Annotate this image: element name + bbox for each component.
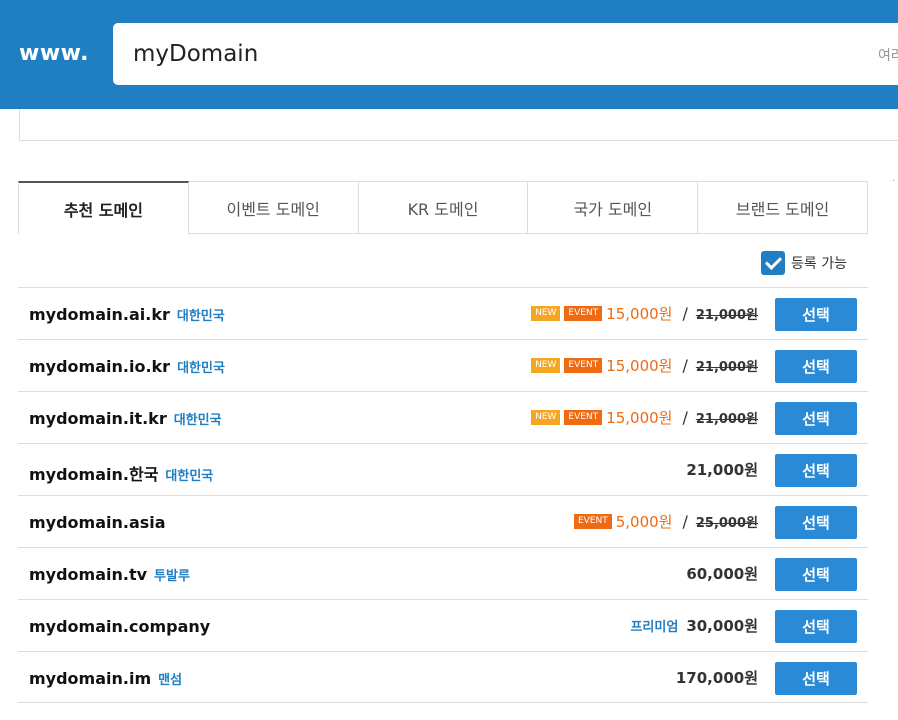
original-price: 21,000원	[695, 412, 758, 427]
price-area: 프리미엄 30,000원	[630, 615, 758, 636]
search-header: www. 여러	[0, 0, 898, 109]
domain-list: mydomain.ai.kr 대한민국 NEW EVENT 15,000원 / 2…	[18, 287, 868, 703]
domain-row: mydomain.tv 투발루 60,000원 선택	[18, 547, 868, 599]
country-label: 대한민국	[173, 413, 222, 428]
event-badge: EVENT	[564, 306, 603, 321]
domain-name: mydomain.io.kr 대한민국	[29, 357, 225, 376]
sale-price: 15,000원	[606, 409, 673, 427]
select-button[interactable]: 선택	[775, 298, 857, 331]
tab-event[interactable]: 이벤트 도메인	[188, 181, 359, 234]
search-subpanel	[19, 109, 898, 141]
tab-kr[interactable]: KR 도메인	[358, 181, 529, 234]
price-divider: /	[682, 304, 688, 323]
price: 170,000원	[675, 669, 758, 687]
country-label: 대한민국	[165, 469, 214, 484]
select-button[interactable]: 선택	[775, 454, 857, 487]
domain-name: mydomain.im 맨섬	[29, 669, 183, 688]
price: 60,000원	[686, 565, 758, 583]
tab-country[interactable]: 국가 도메인	[528, 181, 699, 234]
price: 30,000원	[686, 617, 758, 635]
country-label: 대한민국	[176, 309, 225, 324]
search-box[interactable]: 여러	[113, 23, 898, 85]
available-filter: 등록 가능	[761, 251, 847, 275]
country-label: 맨섬	[158, 673, 183, 688]
edge-mark: ·	[892, 176, 896, 187]
domain-row: mydomain.ai.kr 대한민국 NEW EVENT 15,000원 / 2…	[18, 287, 868, 339]
tab-recommended[interactable]: 추천 도메인	[18, 181, 189, 234]
domain-tabs: 추천 도메인 이벤트 도메인 KR 도메인 국가 도메인 브랜드 도메인	[18, 181, 868, 234]
select-button[interactable]: 선택	[775, 402, 857, 435]
sale-price: 5,000원	[615, 513, 673, 531]
domain-row: mydomain.im 맨섬 170,000원 선택	[18, 651, 868, 703]
tab-brand[interactable]: 브랜드 도메인	[698, 181, 868, 234]
select-button[interactable]: 선택	[775, 610, 857, 643]
domain-name: mydomain.asia	[29, 513, 166, 532]
sale-price: 15,000원	[606, 357, 673, 375]
select-button[interactable]: 선택	[775, 558, 857, 591]
price-area: 170,000원	[676, 667, 758, 688]
domain-name: mydomain.company	[29, 617, 211, 636]
domain-row: mydomain.it.kr 대한민국 NEW EVENT 15,000원 / 2…	[18, 391, 868, 443]
domain-name: mydomain.tv 투발루	[29, 565, 190, 584]
domain-name: mydomain.it.kr 대한민국	[29, 409, 222, 428]
event-badge: EVENT	[573, 514, 612, 529]
original-price: 21,000원	[695, 308, 758, 323]
event-badge: EVENT	[564, 410, 603, 425]
original-price: 21,000원	[695, 360, 758, 375]
available-checkbox[interactable]	[761, 251, 785, 275]
price-area: NEW EVENT 15,000원 / 21,000원	[531, 355, 758, 376]
country-label: 대한민국	[177, 361, 225, 376]
select-button[interactable]: 선택	[775, 350, 857, 383]
price: 21,000원	[686, 461, 758, 479]
price-area: 21,000원	[686, 459, 758, 480]
available-label: 등록 가능	[791, 256, 847, 272]
price-divider: /	[682, 408, 688, 427]
www-prefix: www.	[19, 41, 89, 66]
price-area: NEW EVENT 15,000원 / 21,000원	[531, 303, 758, 324]
domain-search-input[interactable]	[133, 37, 833, 71]
price-area: NEW EVENT 15,000원 / 21,000원	[531, 407, 758, 428]
domain-row: mydomain.company 프리미엄 30,000원 선택	[18, 599, 868, 651]
domain-row: mydomain.asia EVENT 5,000원 / 25,000원 선택	[18, 495, 868, 547]
country-label: 투발루	[154, 569, 190, 584]
domain-row: mydomain.한국 대한민국 21,000원 선택	[18, 443, 868, 495]
price-area: 60,000원	[686, 563, 758, 584]
event-badge: EVENT	[564, 358, 603, 373]
select-button[interactable]: 선택	[775, 506, 857, 539]
new-badge: NEW	[531, 410, 561, 425]
original-price: 25,000원	[695, 516, 758, 531]
domain-name: mydomain.ai.kr 대한민국	[29, 305, 225, 324]
search-hint: 여러	[878, 48, 898, 64]
sale-price: 15,000원	[606, 305, 673, 323]
domain-name: mydomain.한국 대한민국	[29, 465, 214, 484]
domain-row: mydomain.io.kr 대한민국 NEW EVENT 15,000원 / 2…	[18, 339, 868, 391]
new-badge: NEW	[531, 306, 561, 321]
premium-tag: 프리미엄	[630, 620, 679, 635]
price-divider: /	[682, 356, 688, 375]
price-area: EVENT 5,000원 / 25,000원	[573, 511, 758, 532]
price-divider: /	[682, 512, 688, 531]
select-button[interactable]: 선택	[775, 662, 857, 695]
new-badge: NEW	[531, 358, 561, 373]
